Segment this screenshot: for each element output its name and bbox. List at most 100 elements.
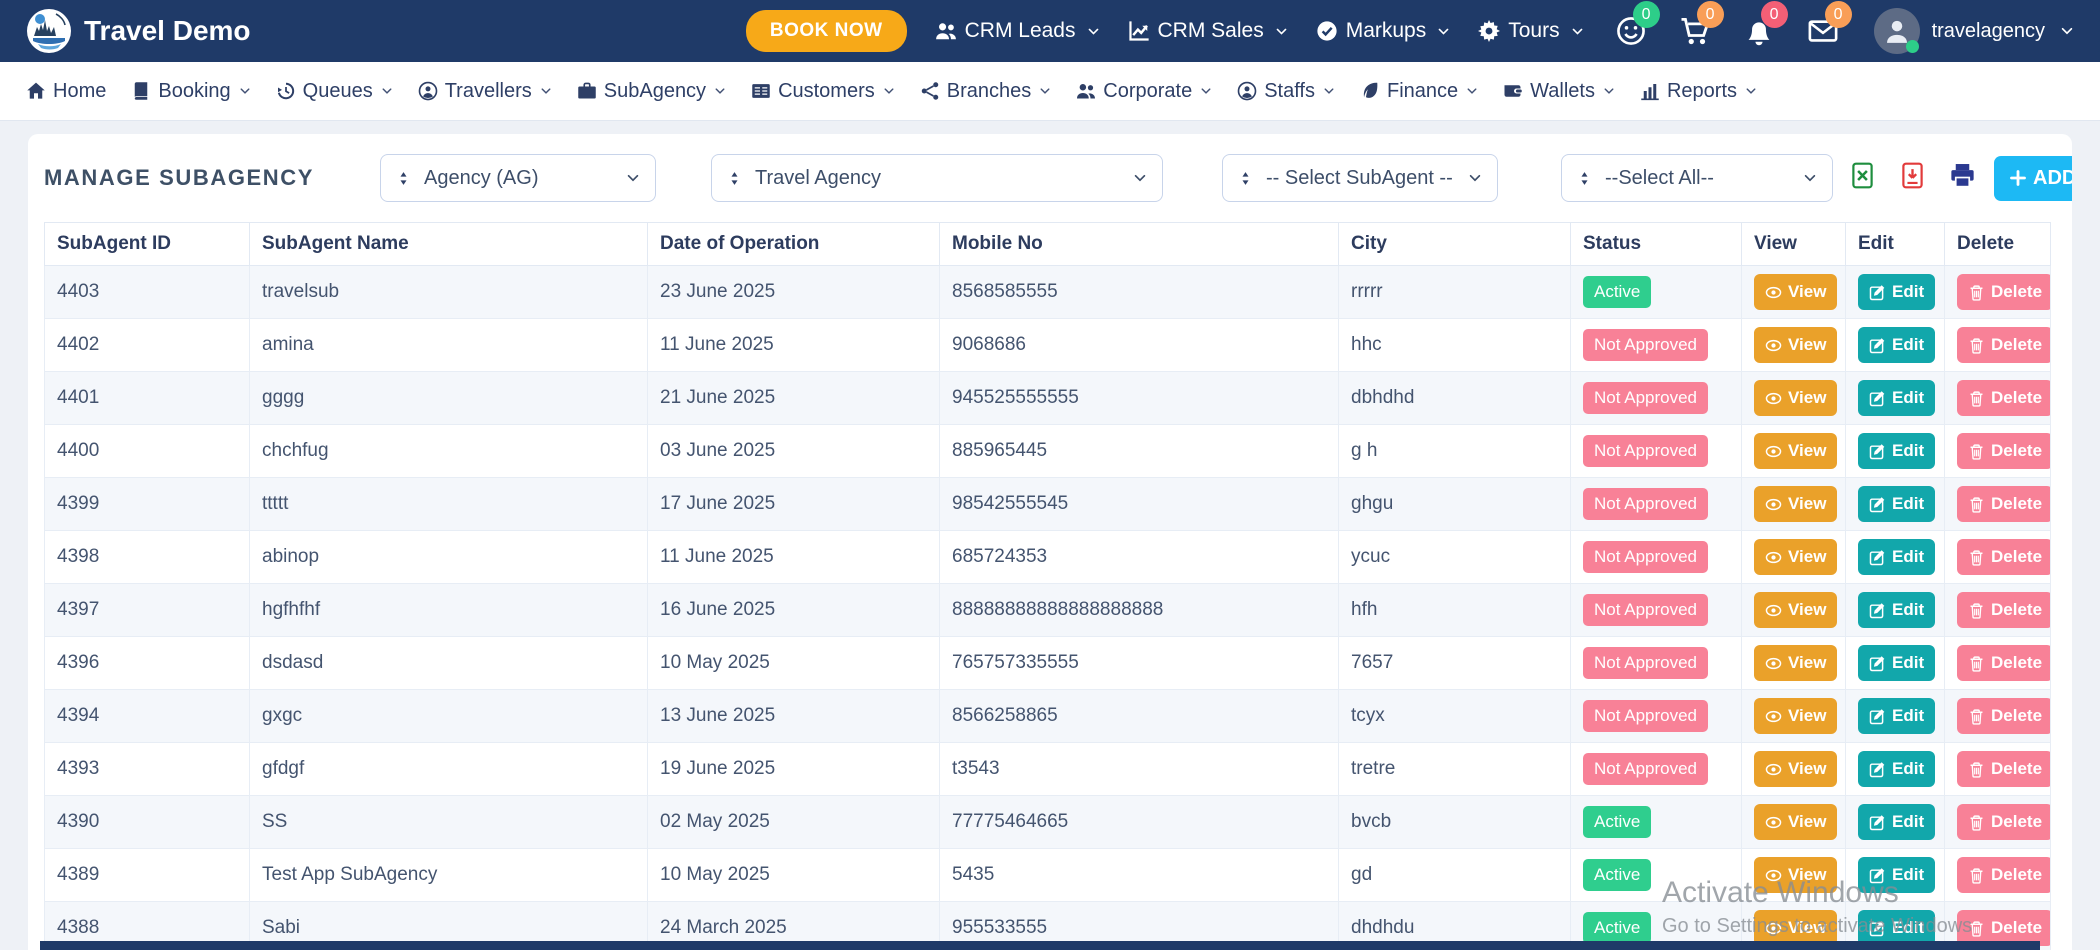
view-button[interactable]: View xyxy=(1754,857,1837,893)
chevron-down-icon xyxy=(714,85,726,97)
edit-button[interactable]: Edit xyxy=(1858,433,1935,469)
topnav-item-tours[interactable]: Tours xyxy=(1478,19,1583,43)
trash-icon xyxy=(1968,390,1985,407)
bar-chart-icon xyxy=(1640,81,1660,101)
delete-button[interactable]: Delete xyxy=(1957,539,2051,575)
status-badge: Not Approved xyxy=(1583,382,1708,414)
delete-button[interactable]: Delete xyxy=(1957,751,2051,787)
chevron-down-icon xyxy=(1133,171,1147,185)
menubar-item-customers[interactable]: Customers xyxy=(751,80,895,103)
book-now-button[interactable]: BOOK NOW xyxy=(746,10,907,52)
chevron-down-icon xyxy=(1466,85,1478,97)
filter-select-3[interactable]: -- Select SubAgent -- xyxy=(1222,154,1498,202)
menubar-item-reports[interactable]: Reports xyxy=(1640,80,1757,103)
edit-button[interactable]: Edit xyxy=(1858,698,1935,734)
delete-button[interactable]: Delete xyxy=(1957,698,2051,734)
cell-subagent-name: gfdgf xyxy=(250,743,648,796)
chevron-down-icon xyxy=(381,85,393,97)
view-button[interactable]: View xyxy=(1754,327,1837,363)
edit-button[interactable]: Edit xyxy=(1858,751,1935,787)
edit-button[interactable]: Edit xyxy=(1858,486,1935,522)
delete-button[interactable]: Delete xyxy=(1957,327,2051,363)
delete-button[interactable]: Delete xyxy=(1957,274,2051,310)
status-badge: Active xyxy=(1583,806,1651,838)
print-export-button[interactable] xyxy=(1949,162,1976,194)
edit-button[interactable]: Edit xyxy=(1858,327,1935,363)
cell-mobile-no: 8566258865 xyxy=(940,690,1339,743)
person-icon xyxy=(1883,17,1911,45)
add-button[interactable]: ADD xyxy=(1994,156,2072,201)
view-button[interactable]: View xyxy=(1754,698,1837,734)
select-value: Agency (AG) xyxy=(424,167,538,190)
trash-icon xyxy=(1968,814,1985,831)
notif-smiley-button[interactable]: 0 xyxy=(1616,16,1646,46)
edit-button[interactable]: Edit xyxy=(1858,804,1935,840)
delete-button[interactable]: Delete xyxy=(1957,857,2051,893)
col-date-of-operation: Date of Operation xyxy=(648,223,940,266)
menubar-item-corporate[interactable]: Corporate xyxy=(1076,80,1212,103)
pdf-export-button[interactable] xyxy=(1899,162,1926,194)
table-row: 4398 abinop 11 June 2025 685724353 ycuc … xyxy=(45,531,2051,584)
user-menu[interactable]: travelagency xyxy=(1874,8,2074,54)
delete-button[interactable]: Delete xyxy=(1957,486,2051,522)
menubar-item-booking[interactable]: Booking xyxy=(131,80,250,103)
footer-strip xyxy=(40,941,2040,950)
delete-button[interactable]: Delete xyxy=(1957,804,2051,840)
gear-icon xyxy=(1478,20,1500,42)
topnav-item-markups[interactable]: Markups xyxy=(1316,19,1451,43)
view-button[interactable]: View xyxy=(1754,274,1837,310)
col-view: View xyxy=(1742,223,1846,266)
eye-icon xyxy=(1765,496,1782,513)
view-button[interactable]: View xyxy=(1754,804,1837,840)
edit-button[interactable]: Edit xyxy=(1858,274,1935,310)
menubar-item-queues[interactable]: Queues xyxy=(276,80,393,103)
edit-button[interactable]: Edit xyxy=(1858,539,1935,575)
menubar-item-home[interactable]: Home xyxy=(26,80,106,103)
topnav-item-crm-leads[interactable]: CRM Leads xyxy=(935,19,1100,43)
eye-icon xyxy=(1765,867,1782,884)
notif-bell-button[interactable]: 0 xyxy=(1744,16,1774,46)
delete-button[interactable]: Delete xyxy=(1957,380,2051,416)
menubar-item-travellers[interactable]: Travellers xyxy=(418,80,552,103)
delete-button[interactable]: Delete xyxy=(1957,433,2051,469)
edit-button[interactable]: Edit xyxy=(1858,380,1935,416)
delete-button[interactable]: Delete xyxy=(1957,592,2051,628)
filter-select-1[interactable]: Agency (AG) xyxy=(380,154,656,202)
print-icon xyxy=(1949,162,1976,189)
filter-select-2[interactable]: Travel Agency xyxy=(711,154,1163,202)
menubar-item-branches[interactable]: Branches xyxy=(920,80,1052,103)
username: travelagency xyxy=(1932,20,2045,43)
view-button[interactable]: View xyxy=(1754,645,1837,681)
topnav-item-crm-sales[interactable]: CRM Sales xyxy=(1128,19,1288,43)
view-button[interactable]: View xyxy=(1754,539,1837,575)
excel-export-button[interactable] xyxy=(1849,162,1876,194)
filter-select-4[interactable]: --Select All-- xyxy=(1561,154,1833,202)
cell-city: g h xyxy=(1339,425,1571,478)
notif-cart-button[interactable]: 0 xyxy=(1680,16,1710,46)
edit-button[interactable]: Edit xyxy=(1858,857,1935,893)
menubar-item-subagency[interactable]: SubAgency xyxy=(577,80,726,103)
home-icon xyxy=(26,81,46,101)
cell-mobile-no: 9068686 xyxy=(940,319,1339,372)
view-button[interactable]: View xyxy=(1754,380,1837,416)
cell-city: ycuc xyxy=(1339,531,1571,584)
trash-icon xyxy=(1968,602,1985,619)
menubar-item-finance[interactable]: Finance xyxy=(1360,80,1478,103)
chevron-down-icon xyxy=(1803,171,1817,185)
menubar-item-wallets[interactable]: Wallets xyxy=(1503,80,1615,103)
cell-mobile-no: 77775464665 xyxy=(940,796,1339,849)
edit-button[interactable]: Edit xyxy=(1858,645,1935,681)
view-button[interactable]: View xyxy=(1754,592,1837,628)
delete-button[interactable]: Delete xyxy=(1957,645,2051,681)
menubar-item-staffs[interactable]: Staffs xyxy=(1237,80,1335,103)
trash-icon xyxy=(1968,496,1985,513)
view-button[interactable]: View xyxy=(1754,433,1837,469)
edit-button[interactable]: Edit xyxy=(1858,592,1935,628)
view-button[interactable]: View xyxy=(1754,751,1837,787)
cell-mobile-no: 8568585555 xyxy=(940,266,1339,319)
chevron-down-icon xyxy=(1468,171,1482,185)
brand[interactable]: Travel Demo xyxy=(26,8,251,54)
pencil-square-icon xyxy=(1869,337,1886,354)
notif-mail-button[interactable]: 0 xyxy=(1808,16,1838,46)
view-button[interactable]: View xyxy=(1754,486,1837,522)
